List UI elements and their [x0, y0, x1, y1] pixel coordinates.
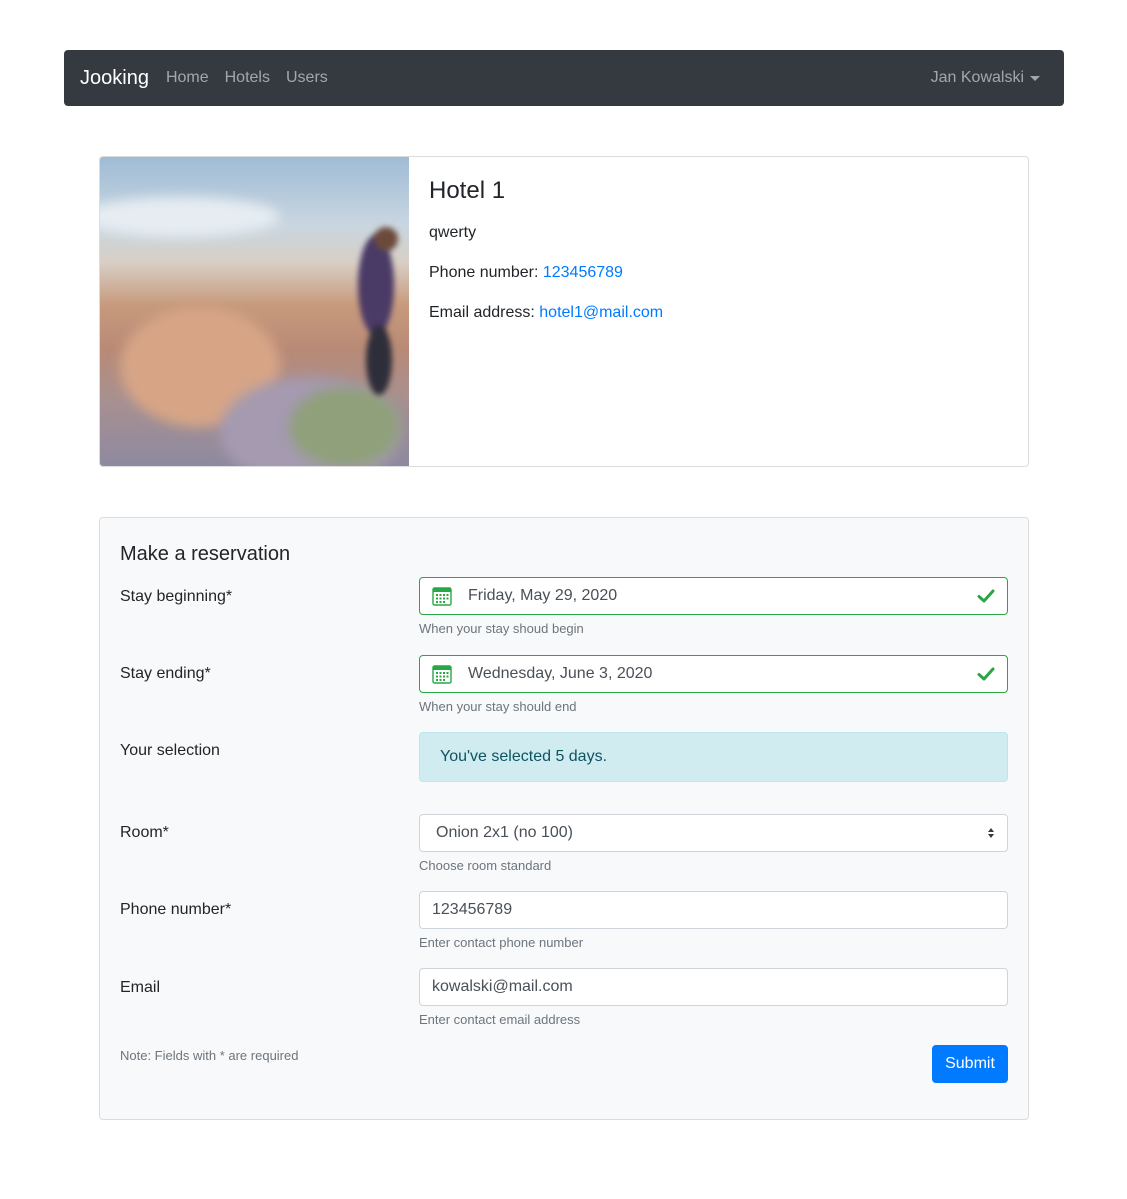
phone-input-value: 123456789 — [432, 901, 513, 918]
calendar-icon — [432, 587, 452, 606]
hotel-body: Hotel 1 qwerty Phone number: 123456789 E… — [409, 157, 683, 466]
nav-link-users[interactable]: Users — [286, 69, 328, 87]
selection-label: Your selection — [120, 742, 220, 759]
nav-link-hotels[interactable]: Hotels — [225, 69, 270, 87]
stay-end-help: When your stay should end — [419, 699, 577, 714]
hotel-phone-label: Phone number: — [429, 264, 543, 281]
reservation-title: Make a reservation — [120, 543, 291, 565]
nav-link-home[interactable]: Home — [166, 69, 209, 87]
hotel-description: qwerty — [429, 224, 477, 241]
stay-end-value: Wednesday, June 3, 2020 — [468, 665, 653, 682]
check-icon — [977, 589, 995, 603]
reservation-form: Make a reservation Stay beginning* Frida… — [99, 517, 1029, 1120]
email-input-value: kowalski@mail.com — [432, 978, 573, 995]
stay-begin-date-input[interactable]: Friday, May 29, 2020 — [419, 577, 1008, 615]
hotel-phone-link[interactable]: 123456789 — [543, 264, 623, 281]
stay-begin-help: When your stay shoud begin — [419, 621, 584, 636]
caret-down-icon — [1030, 75, 1040, 81]
email-help: Enter contact email address — [419, 1012, 581, 1027]
room-help: Choose room standard — [419, 858, 552, 873]
user-menu-toggle[interactable]: Jan Kowalski — [931, 69, 1040, 87]
hotel-photo — [100, 157, 409, 466]
phone-label: Phone number* — [120, 901, 232, 918]
email-input[interactable]: kowalski@mail.com — [419, 968, 1008, 1006]
room-select[interactable]: Onion 2x1 (no 100) — [419, 814, 1008, 852]
email-label: Email — [120, 979, 161, 996]
hotel-email: Email address: hotel1@mail.com — [429, 302, 663, 324]
calendar-icon — [432, 665, 452, 684]
select-arrows-icon — [988, 828, 994, 838]
required-note: Note: Fields with * are required — [120, 1048, 299, 1063]
navbar: Jooking Home Hotels Users Jan Kowalski — [64, 50, 1064, 106]
phone-help: Enter contact phone number — [419, 935, 584, 950]
selection-alert: You've selected 5 days. — [419, 732, 1008, 782]
hotel-card: Hotel 1 qwerty Phone number: 123456789 E… — [99, 156, 1029, 467]
brand-logo[interactable]: Jooking — [80, 67, 149, 90]
stay-begin-label: Stay beginning* — [120, 588, 233, 605]
hotel-email-label: Email address: — [429, 304, 540, 321]
hotel-title: Hotel 1 — [429, 177, 506, 204]
stay-end-label: Stay ending* — [120, 665, 211, 682]
room-label: Room* — [120, 824, 169, 841]
stay-begin-value: Friday, May 29, 2020 — [468, 587, 618, 604]
phone-input[interactable]: 123456789 — [419, 891, 1008, 929]
selection-message: You've selected 5 days. — [440, 748, 608, 765]
stay-end-date-input[interactable]: Wednesday, June 3, 2020 — [419, 655, 1008, 693]
hotel-phone: Phone number: 123456789 — [429, 262, 663, 284]
user-name: Jan Kowalski — [930, 69, 1024, 86]
hotel-email-link[interactable]: hotel1@mail.com — [539, 304, 663, 321]
check-icon — [977, 667, 995, 681]
submit-button[interactable]: Submit — [932, 1045, 1008, 1083]
room-select-value: Onion 2x1 (no 100) — [436, 824, 573, 841]
